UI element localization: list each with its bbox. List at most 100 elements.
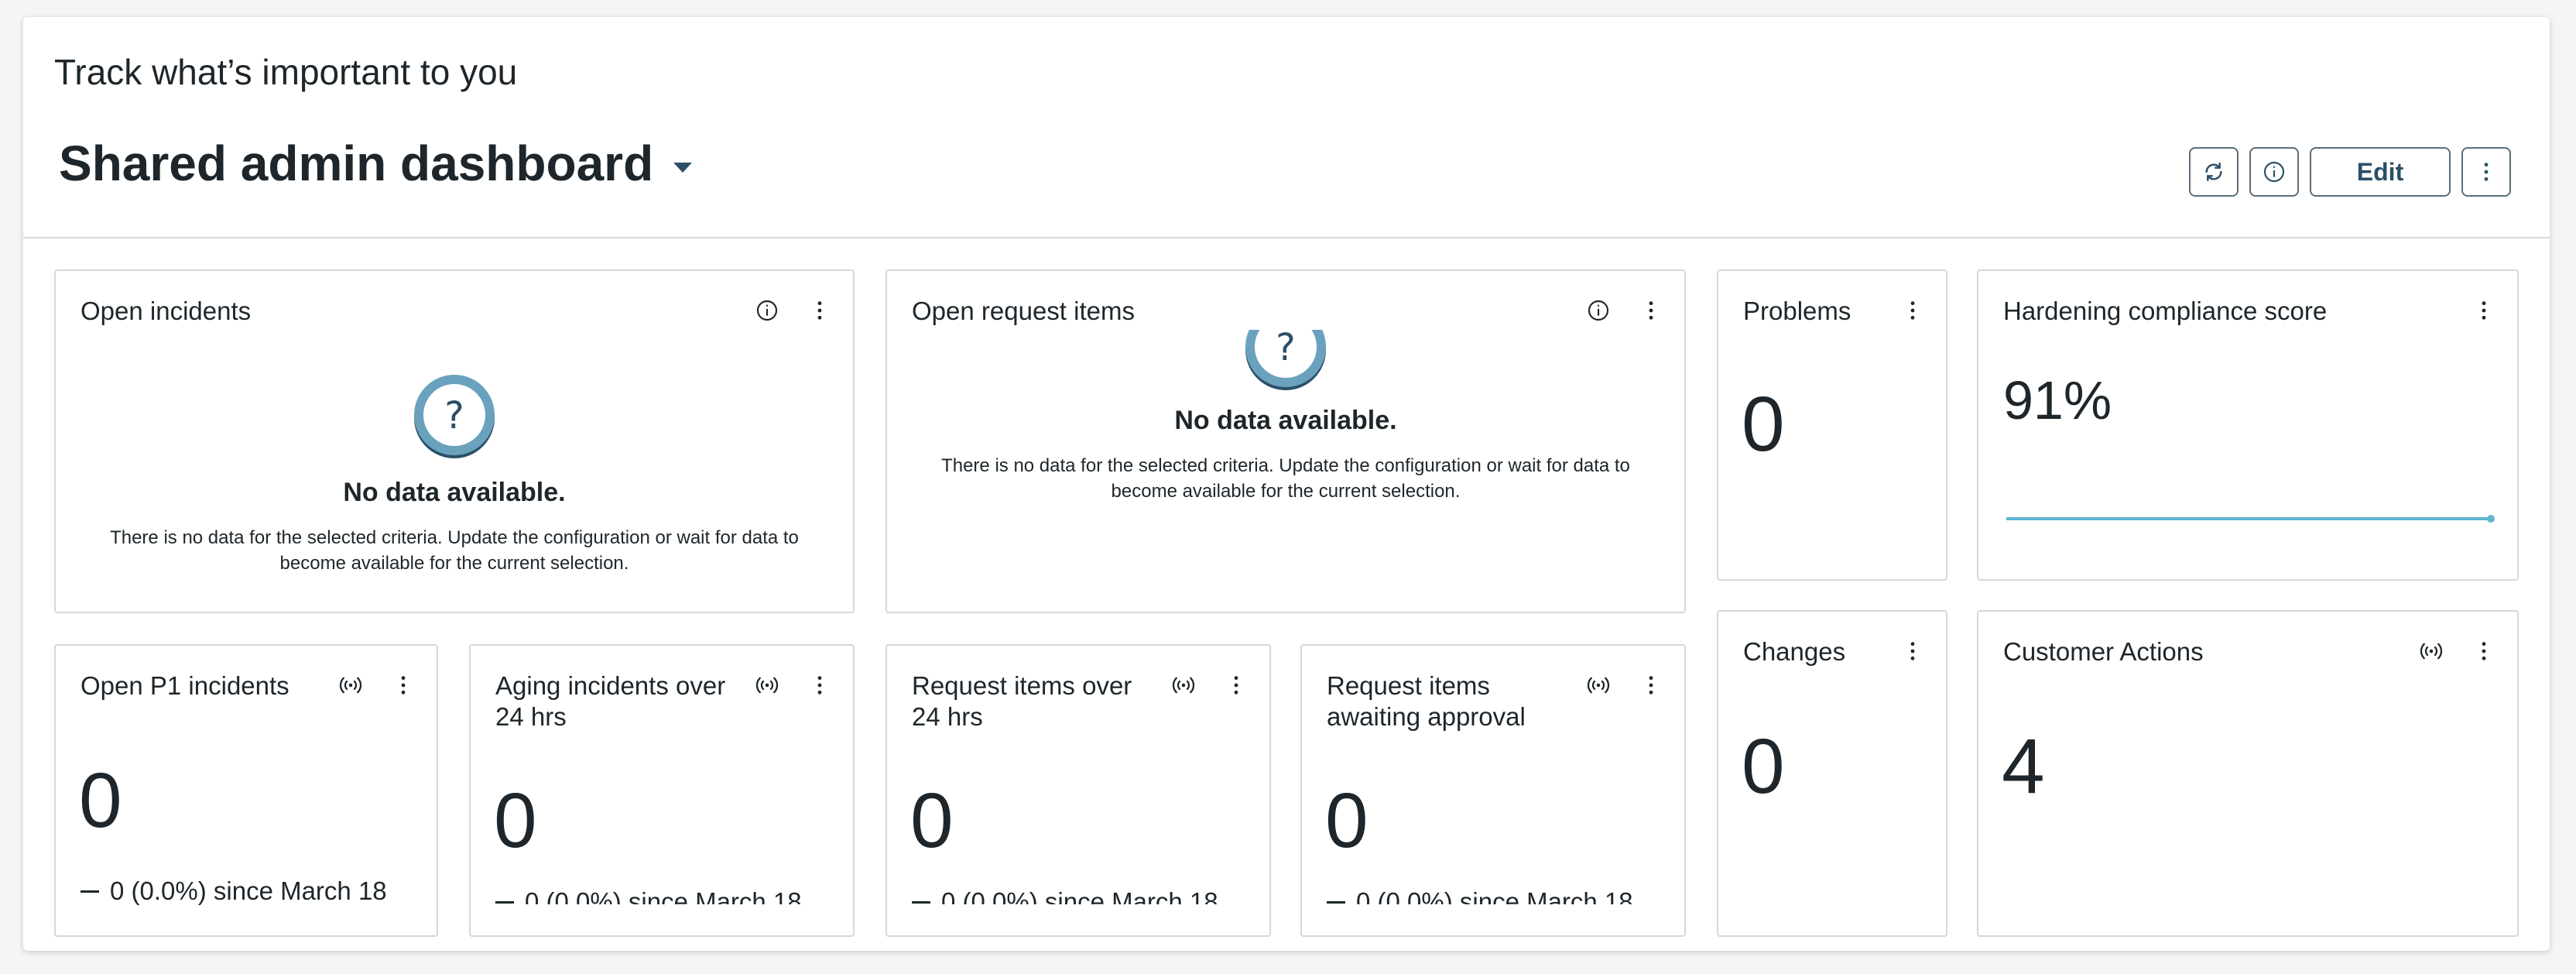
more-vertical-icon <box>2484 163 2489 181</box>
trend-indicator: 0 (0.0%) since March 18 <box>912 887 1218 904</box>
score-value: 0 <box>1742 723 1785 810</box>
no-data-title: No data available. <box>1174 406 1397 435</box>
card-title: Customer Actions <box>2003 637 2204 666</box>
score-value: 0 <box>79 757 122 844</box>
card-problems[interactable]: Problems 0 <box>1717 269 1947 581</box>
more-button[interactable] <box>2461 147 2511 197</box>
trend-clip: 0 (0.0%) since March 18 <box>471 886 853 904</box>
score-value: 0 <box>1742 381 1785 468</box>
info-icon <box>2263 161 2285 183</box>
trend-text: 0 (0.0%) since March 18 <box>525 887 802 904</box>
live-update-button[interactable] <box>1170 672 1197 698</box>
trend-clip: 0 (0.0%) since March 18 <box>1302 886 1684 904</box>
card-open-p1-incidents[interactable]: Open P1 incidents 0 0 (0.0%) since March… <box>54 644 438 937</box>
edit-button[interactable]: Edit <box>2310 147 2451 197</box>
trend-indicator: 0 (0.0%) since March 18 <box>495 887 802 904</box>
page-heading: Track what’s important to you <box>54 52 518 92</box>
broadcast-icon <box>1587 677 1610 694</box>
no-data-title: No data available. <box>343 478 566 507</box>
no-data-description: There is no data for the selected criter… <box>941 455 1630 502</box>
live-update-button[interactable] <box>337 672 364 698</box>
card-request-items-24hrs[interactable]: Request items over 24 hrs 0 0 (0.0%) sin… <box>886 644 1271 937</box>
more-vertical-icon <box>817 301 822 320</box>
info-button[interactable] <box>2249 147 2299 197</box>
no-data-description: There is no data for the selected criter… <box>110 527 799 574</box>
more-vertical-icon <box>1649 676 1653 694</box>
card-title: Aging incidents over 24 hrs <box>495 671 726 731</box>
question-icon: ? <box>1245 330 1326 390</box>
score-value: 91% <box>2003 370 2112 430</box>
card-info-button[interactable] <box>1585 297 1612 324</box>
score-value: 4 <box>2002 723 2045 810</box>
svg-text:?: ? <box>444 394 464 437</box>
card-title: Request items over 24 hrs <box>912 671 1132 731</box>
card-menu-button[interactable] <box>807 672 833 698</box>
info-icon <box>1588 300 1609 321</box>
more-vertical-icon <box>1910 642 1915 660</box>
no-change-icon <box>912 900 930 904</box>
question-icon: ? <box>414 375 495 458</box>
card-aging-incidents[interactable]: Aging incidents over 24 hrs 0 0 (0.0%) s… <box>469 644 855 937</box>
card-title: Problems <box>1743 297 1852 325</box>
card-menu-button[interactable] <box>2471 297 2497 324</box>
more-vertical-icon <box>2482 301 2486 320</box>
info-icon <box>756 300 778 321</box>
trend-text: 0 (0.0%) since March 18 <box>941 887 1218 904</box>
no-data-state: ? No data available. There is no data fo… <box>887 330 1684 504</box>
card-title: Changes <box>1743 637 1846 666</box>
card-menu-button[interactable] <box>1638 672 1664 698</box>
card-changes[interactable]: Changes 0 <box>1717 610 1947 937</box>
sparkline <box>2006 515 2495 523</box>
card-title: Open P1 incidents <box>80 671 289 700</box>
trend-text: 0 (0.0%) since March 18 <box>110 876 387 905</box>
card-menu-button[interactable] <box>1899 297 1926 324</box>
svg-text:?: ? <box>1276 330 1295 369</box>
trend-text: 0 (0.0%) since March 18 <box>1356 887 1633 904</box>
card-title: Open request items <box>912 297 1135 325</box>
no-change-icon <box>495 900 514 904</box>
more-vertical-icon <box>401 676 406 694</box>
dashboard-title: Shared admin dashboard <box>59 135 654 191</box>
refresh-icon <box>2205 162 2222 182</box>
card-hardening-compliance[interactable]: Hardening compliance score 91% <box>1977 269 2519 581</box>
card-open-incidents[interactable]: Open incidents ? No data available. Ther… <box>54 269 855 613</box>
more-vertical-icon <box>2482 642 2486 660</box>
dashboard-selector[interactable]: Shared admin dashboard <box>59 135 693 192</box>
card-open-request-items[interactable]: Open request items ? No data available. … <box>886 269 1686 613</box>
card-menu-button[interactable] <box>1638 297 1664 324</box>
card-title: Open incidents <box>80 297 252 325</box>
live-update-button[interactable] <box>2418 638 2444 664</box>
card-menu-button[interactable] <box>1223 672 1249 698</box>
card-customer-actions[interactable]: Customer Actions 4 <box>1977 610 2519 937</box>
score-value: 0 <box>910 777 954 864</box>
card-title: Request items awaiting approval <box>1327 671 1526 731</box>
trend-indicator: 0 (0.0%) since March 18 <box>1327 887 1633 904</box>
score-value: 0 <box>1325 777 1368 864</box>
card-menu-button[interactable] <box>2471 638 2497 664</box>
broadcast-icon <box>2420 643 2443 660</box>
more-vertical-icon <box>1910 301 1915 320</box>
no-change-icon <box>80 890 99 893</box>
refresh-button[interactable] <box>2189 147 2239 197</box>
card-title: Hardening compliance score <box>2003 297 2328 325</box>
no-change-icon <box>1327 900 1345 904</box>
card-request-items-awaiting-approval[interactable]: Request items awaiting approval 0 0 (0.0… <box>1300 644 1686 937</box>
card-menu-button[interactable] <box>1899 638 1926 664</box>
dashboard-toolbar: Edit <box>2189 147 2511 197</box>
card-info-button[interactable] <box>754 297 780 324</box>
broadcast-icon <box>755 677 779 694</box>
more-vertical-icon <box>1649 301 1653 320</box>
card-menu-button[interactable] <box>807 297 833 324</box>
card-menu-button[interactable] <box>390 672 416 698</box>
header-divider <box>23 237 2550 238</box>
live-update-button[interactable] <box>1585 672 1612 698</box>
no-data-state: ? No data available. There is no data fo… <box>56 373 853 576</box>
more-vertical-icon <box>817 676 822 694</box>
caret-down-icon <box>673 162 693 173</box>
score-value: 0 <box>494 777 537 864</box>
live-update-button[interactable] <box>754 672 780 698</box>
broadcast-icon <box>339 677 362 694</box>
trend-clip: 0 (0.0%) since March 18 <box>887 886 1269 904</box>
dashboard-panel: Track what’s important to you Shared adm… <box>23 17 2550 951</box>
trend-indicator: 0 (0.0%) since March 18 <box>80 876 387 906</box>
